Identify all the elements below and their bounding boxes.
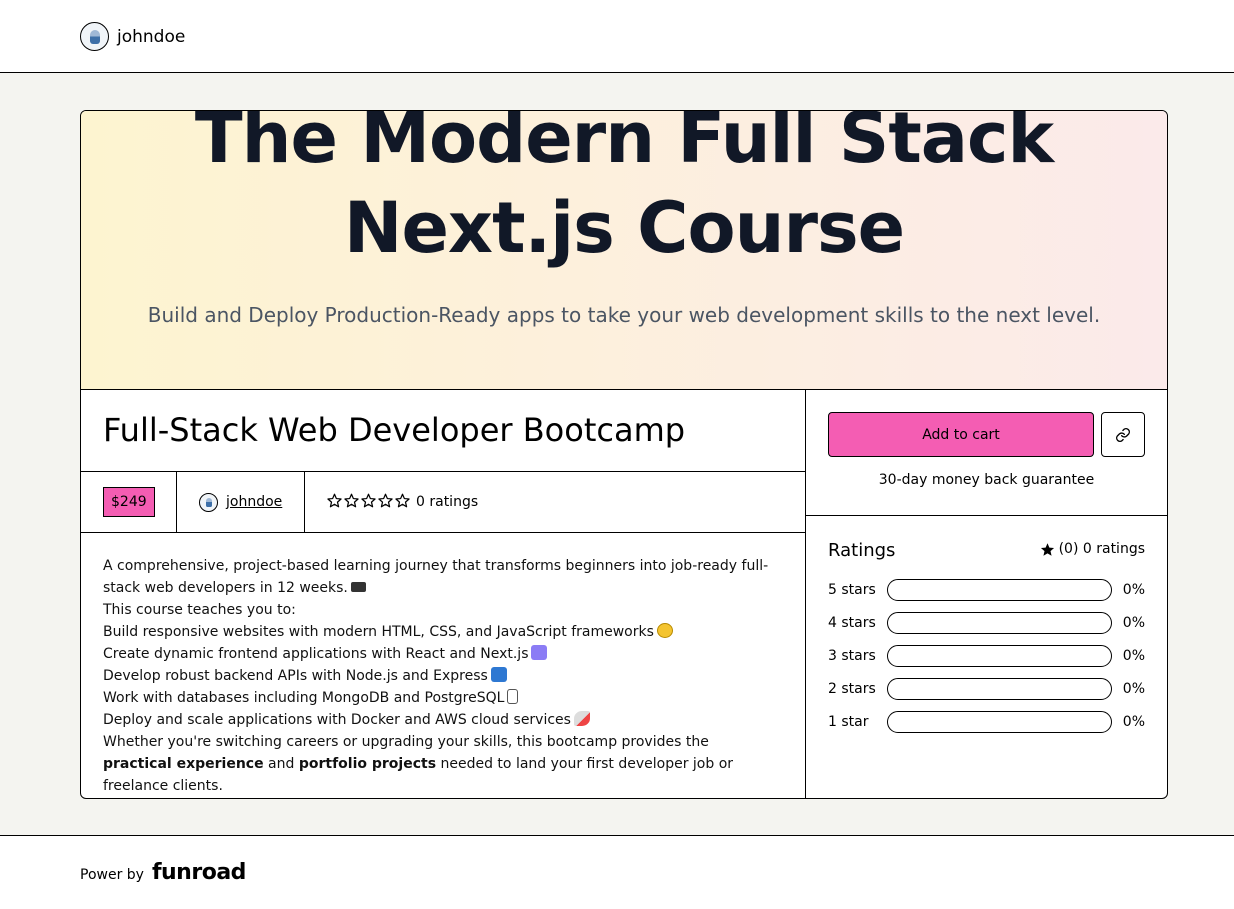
purchase-sidebar: Add to cart 30-day money back guarantee …	[806, 390, 1167, 798]
file-cabinet-icon	[507, 689, 519, 704]
rating-row-label: 4 stars	[828, 615, 876, 631]
hero-subtitle: Build and Deploy Production-Ready apps t…	[147, 303, 1101, 327]
description-item: Work with databases including MongoDB an…	[103, 687, 773, 709]
rating-row-percent: 0%	[1122, 648, 1145, 664]
description-item: Build responsive websites with modern HT…	[103, 621, 773, 643]
atom-icon	[531, 645, 548, 660]
ratings-heading: Ratings	[828, 540, 896, 561]
rating-progress-bar	[887, 612, 1112, 634]
rating-row-label: 1 star	[828, 714, 869, 730]
top-bar: johndoe	[0, 0, 1234, 73]
product-details: Full-Stack Web Developer Bootcamp $249 j…	[81, 390, 806, 798]
hero-title: The Modern Full Stack Next.js Course	[194, 111, 1054, 269]
rating-row-label: 3 stars	[828, 648, 876, 664]
ratings-summary: (0) 0 ratings	[1040, 541, 1145, 557]
back-arrow-icon	[490, 667, 507, 682]
link-icon	[1116, 427, 1130, 442]
avatar	[80, 22, 109, 51]
add-to-cart-button[interactable]: Add to cart	[828, 412, 1094, 457]
rating-row-label: 5 stars	[828, 582, 876, 598]
description-teaches: This course teaches you to:	[103, 602, 296, 618]
description-item: Deploy and scale applications with Docke…	[103, 709, 773, 731]
palette-icon	[656, 623, 673, 638]
product-meta-row: $249 johndoe 0 ratings	[81, 471, 805, 533]
rating-progress-bar	[887, 579, 1112, 601]
star-rating	[327, 493, 410, 512]
rating-row-label: 2 stars	[828, 681, 876, 697]
author-cell: johndoe	[177, 472, 305, 532]
footer: Power by funroad	[0, 835, 1234, 909]
rating-row: 3 stars 0%	[828, 644, 1145, 668]
star-filled-icon	[1040, 542, 1054, 556]
description-closing: Whether you're switching careers or upgr…	[103, 734, 734, 794]
rating-row: 2 stars 0%	[828, 677, 1145, 701]
money-back-guarantee: 30-day money back guarantee	[878, 472, 1095, 488]
description-intro: A comprehensive, project-based learning …	[103, 558, 769, 596]
copy-link-button[interactable]	[1101, 412, 1145, 457]
rating-progress-bar	[887, 711, 1112, 733]
user-profile-link[interactable]: johndoe	[80, 22, 185, 51]
price-cell: $249	[81, 472, 177, 532]
description-item: Create dynamic frontend applications wit…	[103, 643, 773, 665]
rating-row-percent: 0%	[1122, 714, 1145, 730]
power-by-label: Power by	[80, 867, 144, 883]
purchase-box: Add to cart 30-day money back guarantee	[806, 390, 1167, 516]
rating-row-percent: 0%	[1122, 615, 1145, 631]
rating-row-percent: 0%	[1122, 681, 1145, 697]
product-card: The Modern Full Stack Next.js Course Bui…	[80, 110, 1168, 799]
rating-row: 5 stars 0%	[828, 578, 1145, 602]
rating-progress-bar	[887, 645, 1112, 667]
rating-row-percent: 0%	[1122, 582, 1145, 598]
username: johndoe	[117, 26, 186, 47]
author-avatar	[199, 492, 218, 512]
rocket-icon	[573, 711, 590, 726]
hero-banner: The Modern Full Stack Next.js Course Bui…	[81, 111, 1167, 390]
star-outline-icon	[395, 493, 410, 512]
rating-row: 4 stars 0%	[828, 611, 1145, 635]
rating-row: 1 star 0%	[828, 710, 1145, 734]
laptop-icon	[350, 582, 366, 592]
product-title: Full-Stack Web Developer Bootcamp	[103, 411, 686, 449]
star-outline-icon	[327, 493, 342, 512]
rating-progress-bar	[887, 678, 1112, 700]
star-outline-icon	[344, 493, 359, 512]
brand-logo[interactable]: funroad	[152, 860, 246, 885]
price-badge: $249	[103, 487, 155, 517]
rating-count: 0 ratings	[416, 494, 479, 510]
star-outline-icon	[361, 493, 376, 512]
rating-cell: 0 ratings	[305, 472, 478, 532]
author-link[interactable]: johndoe	[226, 494, 282, 510]
product-description: A comprehensive, project-based learning …	[103, 555, 773, 797]
star-outline-icon	[378, 493, 393, 512]
description-item: Develop robust backend APIs with Node.js…	[103, 665, 773, 687]
